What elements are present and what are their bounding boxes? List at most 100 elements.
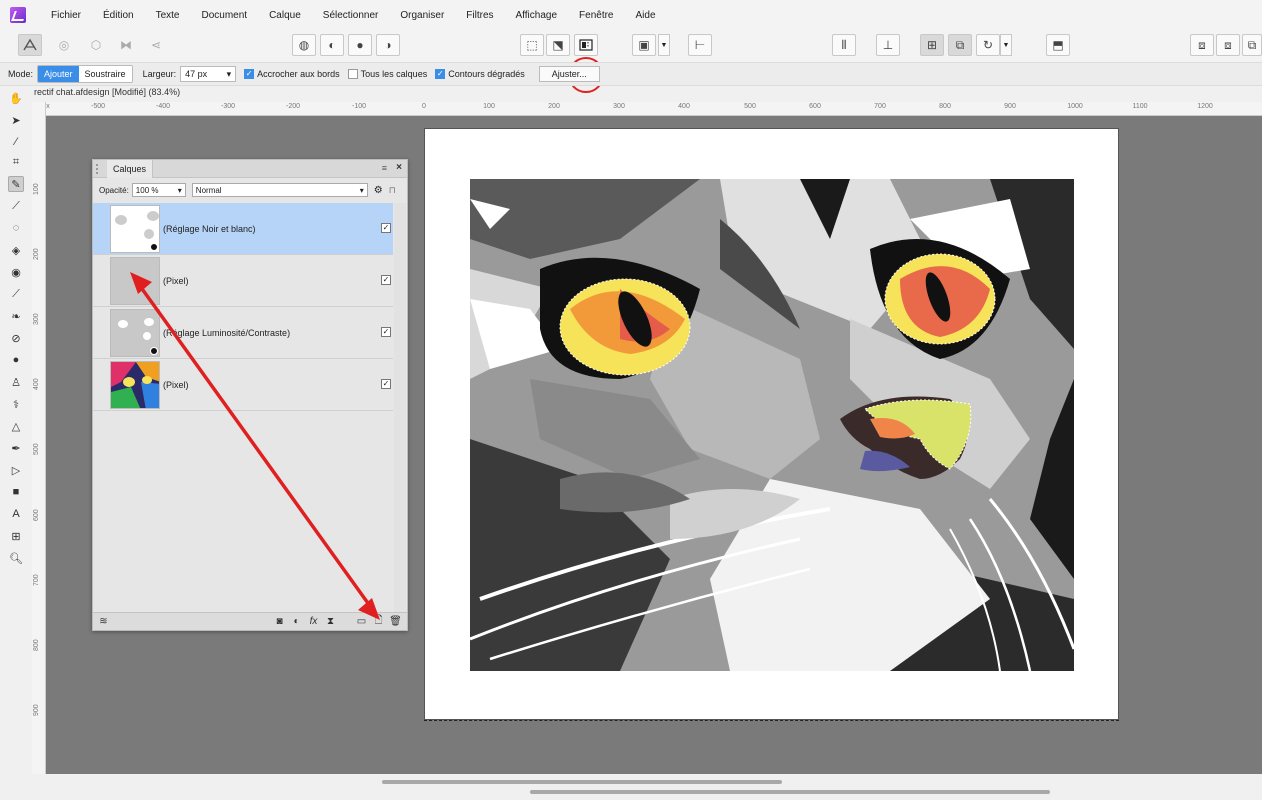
soft-edges-checkbox[interactable]: ✓ Contours dégradés (435, 69, 525, 79)
dodge-tool-icon[interactable]: ❧ (8, 308, 24, 324)
align-center-icon[interactable]: ⫴ (832, 34, 856, 56)
pen-tool-icon[interactable]: ✒ (8, 440, 24, 456)
export-persona-icon[interactable]: ⬡ (84, 34, 108, 56)
mode-subtract-button[interactable]: Soustraire (78, 66, 132, 82)
menu-selectionner[interactable]: Sélectionner (312, 10, 390, 21)
flip-icon[interactable]: ⧓ (114, 34, 138, 56)
refine-button[interactable]: Ajuster... (538, 66, 600, 82)
menu-filtres[interactable]: Filtres (455, 10, 504, 21)
chevron-down-icon[interactable]: ▼ (658, 34, 670, 56)
erase-tool-icon[interactable]: ⊘ (8, 330, 24, 346)
crop-tool-icon[interactable]: ⌗ (8, 154, 24, 170)
folder-icon[interactable]: ▭ (355, 615, 368, 628)
visibility-checkbox[interactable]: ✓ (381, 327, 391, 337)
trash-icon[interactable]: 🗑︎ (389, 615, 402, 628)
clone-tool-icon[interactable]: ♙ (8, 374, 24, 390)
tab-calques[interactable]: Calques (107, 159, 154, 178)
layer-row[interactable]: (Pixel) ✓ (93, 255, 393, 307)
chevron-down-icon[interactable]: ▼ (1000, 34, 1012, 56)
ruler-tick: 100 (33, 183, 40, 195)
marquee-selection-icon[interactable]: ⬚ (520, 34, 544, 56)
snapping-icon[interactable]: ⊞ (920, 34, 944, 56)
text-tool-icon[interactable]: A (8, 506, 24, 522)
align-left-icon[interactable]: ⊢ (688, 34, 712, 56)
share-icon[interactable]: ⋖ (144, 34, 168, 56)
width-field[interactable]: 47 px ▾ (180, 66, 237, 82)
lock-icon[interactable]: ⊓ (389, 185, 396, 196)
all-layers-checkbox[interactable]: Tous les calques (347, 69, 427, 79)
scroll-thumb[interactable] (382, 780, 782, 784)
mask-icon[interactable]: ◙ (273, 615, 286, 628)
zoom-blur-icon[interactable]: ● (8, 352, 24, 368)
desaturate-icon[interactable]: ◍ (292, 34, 316, 56)
selection-brush-icon[interactable]: ✎ (8, 176, 24, 192)
mesh-warp-icon[interactable]: ⊞ (8, 528, 24, 544)
panel-menu-icon[interactable]: ≡ (382, 163, 387, 173)
snap-edges-checkbox[interactable]: ✓ Accrocher aux bords (244, 69, 340, 79)
fx-icon[interactable]: fx (307, 615, 320, 628)
sharpen-tool-icon[interactable]: △ (8, 418, 24, 434)
layer-row[interactable]: (Réglage Noir et blanc) ✓ (93, 203, 393, 255)
visibility-checkbox[interactable]: ✓ (381, 379, 391, 389)
document-tab[interactable]: rectif chat.afdesign [Modifié] (83.4%) (34, 87, 180, 101)
fill-tool-icon[interactable]: ◈ (8, 242, 24, 258)
transform-icon[interactable]: ⧉ (948, 34, 972, 56)
deselect-icon[interactable]: ⬔ (546, 34, 570, 56)
visibility-checkbox[interactable]: ✓ (381, 275, 391, 285)
adjustment-layer-icon[interactable]: ◐ (290, 615, 303, 628)
quick-mask-icon[interactable]: ▣ (632, 34, 656, 56)
gradient-circle-icon[interactable]: ◑ (376, 34, 400, 56)
menu-organiser[interactable]: Organiser (389, 10, 455, 21)
contrast-icon[interactable]: ◐ (320, 34, 344, 56)
layer-row[interactable]: (Réglage Luminosité/Contraste) ✓ (93, 307, 393, 359)
ruler-tick: 800 (939, 103, 951, 110)
document-page[interactable] (424, 128, 1119, 721)
ruler-tick: 1200 (1197, 103, 1213, 110)
blend-mode-select[interactable]: Normal ▾ (191, 183, 368, 197)
flood-select-icon[interactable]: ⟋ (8, 198, 24, 214)
ruler-tick: 700 (33, 574, 40, 586)
rotate-icon[interactable]: ↻ (976, 34, 1000, 56)
menu-fichier[interactable]: Fichier (40, 10, 92, 21)
layers-stack-icon[interactable]: ≋ (97, 615, 110, 628)
mode-add-button[interactable]: Ajouter (38, 66, 79, 82)
arrange-more-icon[interactable]: ⧉ (1242, 34, 1262, 56)
menu-aide[interactable]: Aide (625, 10, 667, 21)
gradient-tool-icon[interactable]: ◉ (8, 264, 24, 280)
menu-texte[interactable]: Texte (145, 10, 191, 21)
cat-artwork[interactable] (470, 179, 1074, 671)
hand-tool-icon[interactable]: ✋ (8, 90, 24, 106)
designer-persona-icon[interactable] (18, 34, 42, 56)
visibility-checkbox[interactable]: ✓ (381, 223, 391, 233)
menu-edition[interactable]: Édition (92, 10, 145, 21)
pixel-persona-icon[interactable]: ◎ (52, 34, 76, 56)
arrange-front-icon[interactable]: ⧈ (1216, 34, 1240, 56)
opacity-field[interactable]: 100 % ▾ (131, 183, 186, 197)
color-picker-icon[interactable]: ⁄ (8, 134, 24, 150)
paint-brush-icon[interactable]: ⟋ (8, 286, 24, 302)
close-icon[interactable]: × (396, 162, 402, 173)
align-top-icon[interactable]: ⊥ (876, 34, 900, 56)
layer-row[interactable]: (Pixel) ✓ (93, 359, 393, 411)
menu-affichage[interactable]: Affichage (505, 10, 569, 21)
marquee-tool-icon[interactable]: ◌ (8, 220, 24, 236)
menu-fenetre[interactable]: Fenêtre (568, 10, 624, 21)
menu-document[interactable]: Document (191, 10, 259, 21)
inpaint-tool-icon[interactable]: ⚕ (8, 396, 24, 412)
scroll-thumb[interactable] (530, 790, 1050, 794)
horizontal-scrollbar[interactable] (32, 774, 1262, 800)
invert-selection-icon[interactable] (574, 34, 598, 56)
zoom-tool-icon[interactable]: 🔍︎ (8, 550, 24, 566)
trash-icon[interactable]: ⬒ (1046, 34, 1070, 56)
layers-scrollbar[interactable] (394, 203, 406, 613)
grip-icon[interactable] (96, 164, 102, 174)
gear-icon[interactable]: ⚙ (374, 185, 383, 196)
move-tool-icon[interactable]: ➤ (8, 112, 24, 128)
menu-calque[interactable]: Calque (258, 10, 312, 21)
shape-tool-icon[interactable]: ■ (8, 484, 24, 500)
new-layer-icon[interactable]: 🗋︎ (372, 615, 385, 628)
node-tool-icon[interactable]: ▷ (8, 462, 24, 478)
live-filter-icon[interactable]: ⧗ (324, 615, 337, 628)
circle-fill-icon[interactable]: ● (348, 34, 372, 56)
arrange-back-icon[interactable]: ⧈ (1190, 34, 1214, 56)
